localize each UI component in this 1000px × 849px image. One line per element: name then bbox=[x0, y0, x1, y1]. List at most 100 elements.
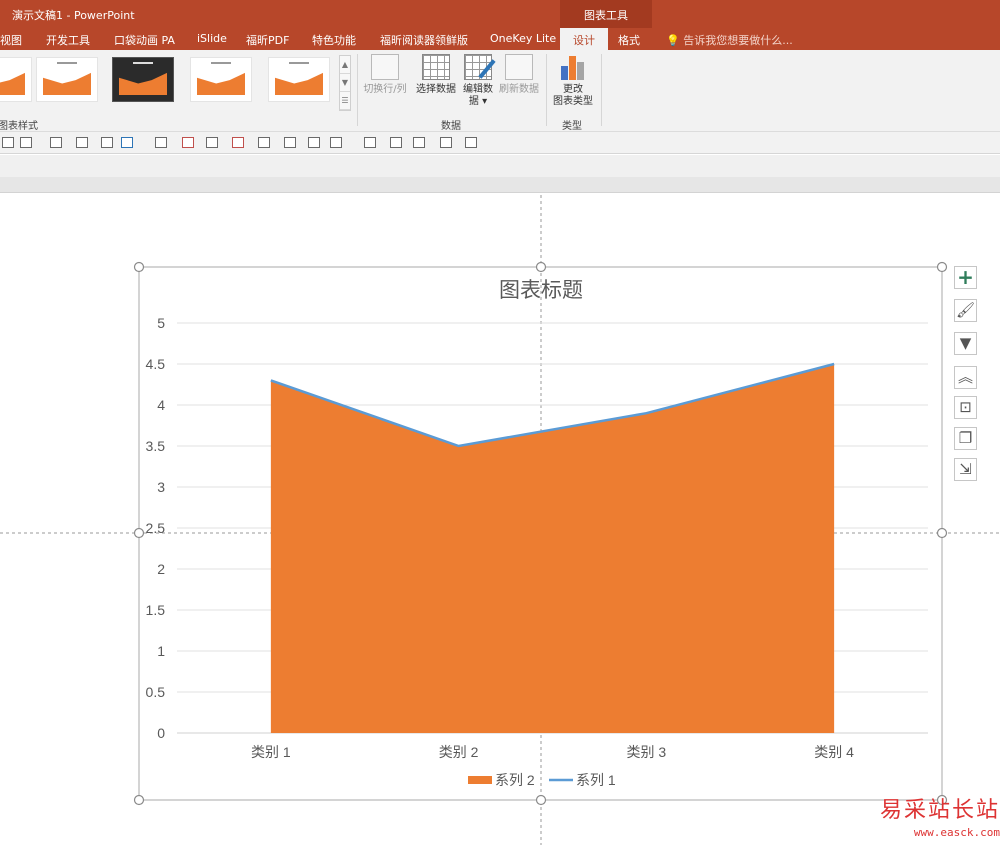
switch-row-column-icon bbox=[371, 54, 399, 80]
legend-label: 系列 1 bbox=[576, 772, 616, 788]
rotate-icon[interactable] bbox=[206, 137, 218, 148]
scroll-down-icon[interactable]: ▼ bbox=[340, 74, 350, 92]
refresh-data-label: 刷新数据 bbox=[499, 84, 539, 95]
chart-styles-button[interactable]: 🖌 bbox=[954, 299, 977, 322]
tab-format[interactable]: 格式 bbox=[618, 32, 640, 48]
chart-title[interactable]: 图表标题 bbox=[499, 279, 583, 302]
ribbon-tabs: 视图 开发工具 口袋动画 PA iSlide 福昕PDF 特色功能 福昕阅读器领… bbox=[0, 28, 1000, 50]
contextual-tab-group: 图表工具 bbox=[560, 0, 652, 28]
picture-icon[interactable] bbox=[308, 137, 320, 148]
tab-features[interactable]: 特色功能 bbox=[312, 32, 356, 48]
ruler bbox=[0, 177, 1000, 193]
grid-icon[interactable] bbox=[182, 137, 194, 148]
resize-handle[interactable] bbox=[133, 527, 145, 539]
gallery-scrollbar[interactable]: ▲ ▼ ☰ bbox=[339, 55, 351, 111]
toolbar-icon[interactable] bbox=[20, 137, 32, 148]
brush-icon: 🖌 bbox=[955, 301, 976, 319]
resize-handle[interactable] bbox=[133, 261, 145, 273]
brush-icon[interactable] bbox=[390, 137, 402, 148]
x-axis[interactable]: 类别 1 类别 2 类别 3 类别 4 bbox=[251, 744, 854, 760]
tab-design[interactable]: 设计 bbox=[560, 28, 608, 50]
ribbon: ▲ ▼ ☰ 图表样式 切换行/列 选择数据 编辑数 据 ▾ 刷新数据 数据 更改… bbox=[0, 50, 1000, 132]
switch-row-column-label: 切换行/列 bbox=[363, 84, 407, 95]
color-fill-icon[interactable] bbox=[121, 137, 133, 148]
spacing-icon[interactable] bbox=[413, 137, 425, 148]
paste-icon[interactable] bbox=[330, 137, 342, 148]
y-tick-label: 4.5 bbox=[146, 356, 166, 372]
tab-foxit-reader[interactable]: 福昕阅读器领鲜版 bbox=[380, 32, 468, 48]
collapse-icon: ︽ bbox=[957, 368, 973, 386]
align-icon[interactable] bbox=[76, 137, 88, 148]
edit-data-button[interactable]: 编辑数 据 ▾ bbox=[455, 54, 501, 108]
gallery-more-icon[interactable]: ☰ bbox=[340, 92, 350, 110]
series-layer[interactable] bbox=[270, 362, 835, 733]
arrange-icon: ❐ bbox=[958, 429, 973, 447]
contextual-group-label: 图表工具 bbox=[584, 9, 628, 22]
edit-data-label: 编辑数 bbox=[463, 84, 493, 95]
y-tick-label: 0.5 bbox=[146, 684, 166, 700]
x-tick-label: 类别 2 bbox=[439, 744, 479, 760]
title-bar: 演示文稿1 - PowerPoint bbox=[0, 0, 1000, 28]
y-tick-label: 2 bbox=[157, 561, 165, 577]
chart-svg[interactable]: 图表标题 00.511.522.533.544.55 类别 1 类别 2 类别 3类… bbox=[0, 177, 1000, 845]
collapse-button[interactable]: ︽ bbox=[954, 366, 977, 389]
chart-style-thumb-1[interactable] bbox=[36, 57, 98, 102]
resize-handle[interactable] bbox=[133, 794, 145, 806]
chart-style-thumb-0[interactable] bbox=[0, 57, 32, 102]
resize-handle[interactable] bbox=[936, 261, 948, 273]
document-title: 演示文稿1 - PowerPoint bbox=[12, 9, 135, 22]
tab-pocket-animation[interactable]: 口袋动画 PA bbox=[114, 32, 175, 48]
select-data-button[interactable]: 选择数据 bbox=[413, 54, 459, 96]
legend[interactable]: 系列 2 系列 1 bbox=[468, 772, 616, 788]
legend-label: 系列 2 bbox=[495, 772, 535, 788]
format-icon[interactable] bbox=[364, 137, 376, 148]
y-tick-label: 5 bbox=[157, 315, 165, 331]
switch-row-column-button[interactable]: 切换行/列 bbox=[362, 54, 408, 96]
edit-data-icon bbox=[464, 54, 492, 80]
toolbar-icon[interactable] bbox=[2, 137, 14, 148]
tab-foxit-pdf[interactable]: 福昕PDF bbox=[246, 32, 289, 48]
tab-onekey-lite[interactable]: OneKey Lite bbox=[490, 32, 556, 45]
change-chart-type-label: 更改 bbox=[563, 84, 583, 95]
scroll-up-icon[interactable]: ▲ bbox=[340, 56, 350, 74]
lock-icon[interactable] bbox=[440, 137, 452, 148]
refresh-data-button[interactable]: 刷新数据 bbox=[496, 54, 542, 96]
tab-islide[interactable]: iSlide bbox=[197, 32, 227, 45]
chart-style-thumb-3[interactable] bbox=[190, 57, 252, 102]
y-axis[interactable]: 0 0.5 1 1.5 2 2.5 3 3.5 4 4.5 5 bbox=[146, 315, 166, 741]
change-chart-type-label-2: 图表类型 bbox=[553, 96, 593, 107]
distribute-icon[interactable] bbox=[101, 137, 113, 148]
resize-handle[interactable] bbox=[535, 261, 547, 273]
arrange-button[interactable]: ❐ bbox=[954, 427, 977, 450]
tab-view[interactable]: 视图 bbox=[0, 32, 22, 48]
select-icon[interactable] bbox=[465, 137, 477, 148]
crop-icon[interactable] bbox=[258, 137, 270, 148]
x-tick-label: 类别 1 bbox=[251, 744, 291, 760]
x-tick-label: 类别 3 bbox=[627, 744, 667, 760]
slide-canvas[interactable]: 图表标题 0 0.5 1 1.5 2 2.5 3 3.5 4 4.5 5 类别 1 类别 2 类别 3类… bbox=[0, 177, 1000, 845]
y-tick-label: 0 bbox=[157, 725, 165, 741]
chart-elements-button[interactable]: + bbox=[954, 266, 977, 289]
shape-icon[interactable] bbox=[232, 137, 244, 148]
group-divider bbox=[357, 54, 358, 126]
y-tick-label: 2.5 bbox=[146, 520, 166, 536]
chart-style-thumb-2[interactable] bbox=[112, 57, 174, 102]
chart-style-thumb-4[interactable] bbox=[268, 57, 330, 102]
watermark-url: www.easck.com bbox=[913, 826, 1000, 839]
chart-filters-button[interactable]: ▼ bbox=[954, 332, 977, 355]
change-chart-type-button[interactable]: 更改 图表类型 bbox=[550, 54, 596, 108]
resize-button[interactable]: ⇲ bbox=[954, 458, 977, 481]
type-group-label: 类型 bbox=[562, 121, 582, 132]
data-group-label: 数据 bbox=[441, 121, 461, 132]
align-icon: ⊡ bbox=[959, 398, 972, 416]
resize-handle[interactable] bbox=[936, 527, 948, 539]
tell-me-box[interactable]: 💡 告诉我您想要做什么... bbox=[666, 32, 793, 48]
tab-developer[interactable]: 开发工具 bbox=[46, 32, 90, 48]
chart-icon[interactable] bbox=[284, 137, 296, 148]
table-icon[interactable] bbox=[50, 137, 62, 148]
align-button[interactable]: ⊡ bbox=[954, 396, 977, 419]
series-2-area[interactable] bbox=[270, 364, 835, 733]
align-left-icon[interactable] bbox=[155, 137, 167, 148]
refresh-data-icon bbox=[505, 54, 533, 80]
resize-handle[interactable] bbox=[535, 794, 547, 806]
